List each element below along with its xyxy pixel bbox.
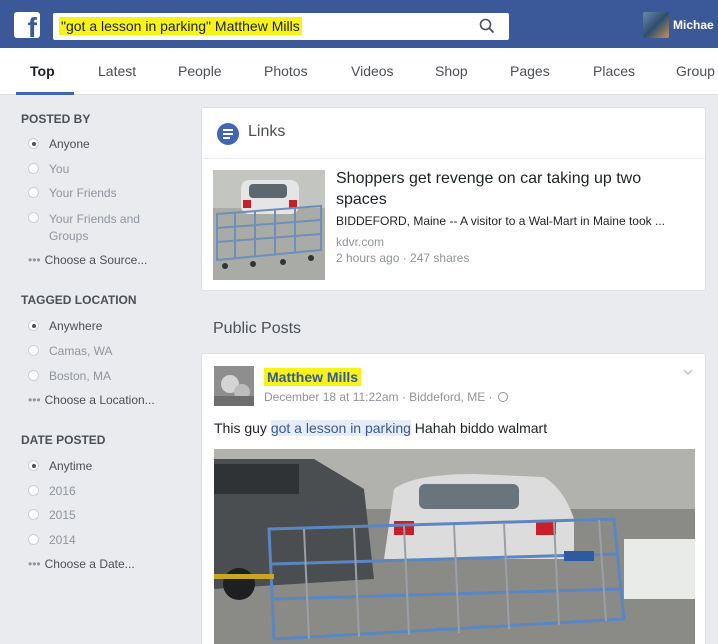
radio-icon [28,345,39,356]
links-card: Links Shoppers get revenge on car taking… [201,107,706,291]
filter-option-friends-and-groups[interactable]: Your Friends and Groups [28,211,168,245]
filter-title-date-posted: DATE POSTED [21,433,106,447]
tab-groups[interactable]: Group [676,63,715,79]
search-tabs: Top Latest People Photos Videos Shop Pag… [0,48,718,95]
link-description: BIDDEFORD, Maine -- A visitor to a Wal-M… [336,214,665,228]
links-header: Links [202,108,705,159]
globe-icon [497,392,508,402]
links-icon [217,123,239,145]
post-meta: December 18 at 11:22am · Biddeford, ME · [264,390,508,404]
tab-people[interactable]: People [178,63,222,79]
radio-icon [28,460,39,471]
link-headline[interactable]: Shoppers get revenge on car taking up tw… [336,168,696,210]
filter-option-anytime[interactable]: Anytime [28,459,92,473]
filter-option-anyone[interactable]: Anyone [28,137,90,151]
choose-location-link[interactable]: ••• Choose a Location... [28,393,155,407]
link-domain: kdvr.com [336,235,385,249]
radio-icon [28,138,39,149]
parking-lot-photo-icon [214,449,695,644]
radio-icon [28,509,39,520]
facebook-logo-icon[interactable]: f [14,12,40,38]
profile-link[interactable]: Michae [643,12,714,38]
filter-sidebar: POSTED BY Anyone You Your Friends Your F… [0,95,190,644]
highlighted-phrase: got a lesson in parking [270,420,411,436]
tab-pages[interactable]: Pages [510,63,550,79]
filter-option-anywhere[interactable]: Anywhere [28,319,102,333]
post-card: Matthew Mills December 18 at 11:22am · B… [201,353,706,644]
choose-source-link[interactable]: ••• Choose a Source... [28,253,147,267]
search-icon[interactable] [479,18,495,34]
tab-top[interactable]: Top [30,63,55,79]
post-text: This guy got a lesson in parking Hahah b… [214,420,548,436]
public-posts-title: Public Posts [213,320,302,337]
choose-date-link[interactable]: ••• Choose a Date... [28,557,135,571]
link-meta: 2 hours ago · 247 shares [336,251,470,265]
chevron-down-icon[interactable] [683,367,693,377]
radio-icon [28,320,39,331]
avatar [643,12,669,38]
tab-videos[interactable]: Videos [351,63,394,79]
tab-places[interactable]: Places [593,63,635,79]
filter-option-boston[interactable]: Boston, MA [28,369,111,383]
radio-icon [28,485,39,496]
post-author[interactable]: Matthew Mills [264,368,362,386]
profile-photo-icon [214,366,254,406]
radio-icon [28,534,39,545]
filter-option-you[interactable]: You [28,162,69,176]
radio-icon [28,187,39,198]
radio-icon [28,163,39,174]
avatar[interactable] [214,366,254,406]
filter-option-2015[interactable]: 2015 [28,508,76,522]
filter-option-2014[interactable]: 2014 [28,533,76,547]
filter-title-posted-by: POSTED BY [21,112,91,126]
link-thumbnail[interactable] [213,170,325,280]
tab-latest[interactable]: Latest [98,63,136,79]
filter-title-tagged-location: TAGGED LOCATION [21,293,137,307]
profile-name: Michae [673,18,714,32]
shopping-cart-car-icon [213,170,325,280]
search-input[interactable]: "got a lesson in parking" Matthew Mills [59,17,302,35]
tab-shop[interactable]: Shop [435,63,468,79]
filter-option-2016[interactable]: 2016 [28,484,76,498]
search-bar[interactable]: "got a lesson in parking" Matthew Mills [53,13,509,40]
radio-icon [28,212,39,223]
filter-option-your-friends[interactable]: Your Friends [28,186,117,200]
tab-photos[interactable]: Photos [264,63,308,79]
radio-icon [28,370,39,381]
filter-option-camas[interactable]: Camas, WA [28,344,113,358]
post-image[interactable] [214,449,695,644]
links-title[interactable]: Links [248,123,285,141]
top-bar: f "got a lesson in parking" Matthew Mill… [0,0,718,48]
